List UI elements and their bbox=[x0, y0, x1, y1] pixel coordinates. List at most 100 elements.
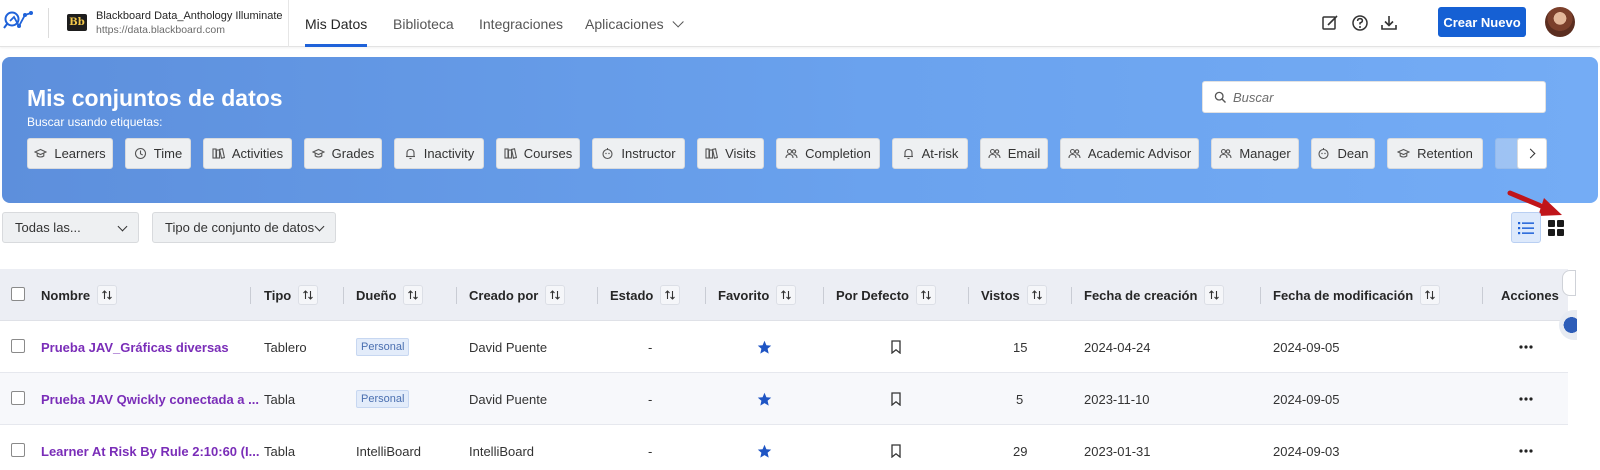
sort-icon[interactable] bbox=[97, 285, 118, 305]
column-header-nombre[interactable]: Nombre bbox=[41, 269, 118, 321]
datasets-table: Nombre Tipo Dueño Creado por Estado Favo… bbox=[0, 269, 1568, 470]
nav-tab-label: Mis Datos bbox=[305, 15, 368, 32]
column-header-fecha-modificacion[interactable]: Fecha de modificación bbox=[1273, 269, 1441, 321]
tag-chip-at-risk[interactable]: At-risk bbox=[892, 138, 968, 169]
tags-subtitle: Buscar usando etiquetas: bbox=[27, 115, 163, 129]
row-checkbox[interactable] bbox=[11, 339, 25, 353]
column-header-fecha-creacion[interactable]: Fecha de creación bbox=[1084, 269, 1225, 321]
default-bookmark-icon[interactable] bbox=[890, 425, 902, 470]
sort-icon[interactable] bbox=[1026, 285, 1047, 305]
dataset-name-link[interactable]: Prueba JAV Qwickly conectada a ... bbox=[41, 373, 259, 425]
cap-icon bbox=[311, 148, 325, 158]
dataset-modified-date: 2024-09-03 bbox=[1273, 443, 1340, 459]
favorite-star-icon[interactable] bbox=[757, 321, 772, 373]
sort-icon[interactable] bbox=[403, 285, 424, 305]
column-header-label: Dueño bbox=[356, 287, 397, 303]
sort-icon[interactable] bbox=[298, 285, 319, 305]
search-box[interactable] bbox=[1202, 81, 1546, 113]
dataset-name-link[interactable]: Learner At Risk By Rule 2:10:60 (I... bbox=[41, 425, 259, 470]
blackboard-logo-icon: Bb bbox=[67, 14, 87, 31]
tag-chip-grades[interactable]: Grades bbox=[304, 138, 382, 169]
edit-icon[interactable] bbox=[1320, 13, 1340, 33]
table-row[interactable]: Learner At Risk By Rule 2:10:60 (I... Ta… bbox=[0, 425, 1568, 470]
tag-chip-activities[interactable]: Activities bbox=[203, 138, 292, 169]
tag-chip-instructor[interactable]: Instructor bbox=[592, 138, 685, 169]
table-row[interactable]: Prueba JAV Qwickly conectada a ... Tabla… bbox=[0, 373, 1568, 425]
search-input[interactable] bbox=[1233, 82, 1533, 112]
nav-tab-label: Biblioteca bbox=[393, 15, 454, 32]
top-navigation-bar: Bb Blackboard Data_Anthology Illuminate … bbox=[0, 0, 1600, 47]
sort-icon[interactable] bbox=[1204, 285, 1225, 305]
select-all-checkbox[interactable] bbox=[11, 287, 25, 301]
sort-icon[interactable] bbox=[545, 285, 566, 305]
sort-icon[interactable] bbox=[1420, 285, 1441, 305]
more-actions-icon[interactable] bbox=[1519, 425, 1533, 470]
column-header-favorito[interactable]: Favorito bbox=[718, 269, 797, 321]
tag-chip-inactivity[interactable]: Inactivity bbox=[394, 138, 484, 169]
side-panel-handle[interactable] bbox=[1562, 270, 1576, 296]
tag-chip-learners[interactable]: Learners bbox=[27, 138, 113, 169]
download-icon[interactable] bbox=[1379, 13, 1399, 33]
column-header-por-defecto[interactable]: Por Defecto bbox=[836, 269, 936, 321]
row-checkbox[interactable] bbox=[11, 443, 25, 457]
dataset-owner: Personal bbox=[356, 373, 410, 425]
column-header-label: Tipo bbox=[264, 287, 292, 303]
default-bookmark-icon[interactable] bbox=[890, 321, 902, 373]
face-icon bbox=[1318, 148, 1330, 160]
sort-icon[interactable] bbox=[915, 285, 936, 305]
tag-chip-label: At-risk bbox=[921, 146, 959, 161]
tag-chip-email[interactable]: Email bbox=[980, 138, 1048, 169]
dataset-type-filter-select[interactable]: Tipo de conjunto de datos bbox=[152, 212, 336, 243]
column-header-label: Acciones bbox=[1501, 287, 1559, 303]
avatar[interactable] bbox=[1545, 7, 1575, 37]
table-row[interactable]: Prueba JAV_Gráficas diversas Tablero Per… bbox=[0, 321, 1568, 373]
nav-tab-biblioteca[interactable]: Biblioteca bbox=[393, 0, 454, 47]
more-actions-icon[interactable] bbox=[1519, 321, 1533, 373]
favorite-star-icon[interactable] bbox=[757, 373, 772, 425]
create-new-button[interactable]: Crear Nuevo bbox=[1438, 7, 1526, 37]
default-bookmark-icon[interactable] bbox=[890, 373, 902, 425]
tags-scroll-next-button[interactable] bbox=[1517, 138, 1547, 169]
row-checkbox[interactable] bbox=[11, 391, 25, 405]
tag-chip-label: Learners bbox=[54, 146, 106, 161]
nav-tab-integraciones[interactable]: Integraciones bbox=[479, 0, 563, 47]
tag-chip-dean[interactable]: Dean bbox=[1311, 138, 1375, 169]
tag-chip-time[interactable]: Time bbox=[125, 138, 191, 169]
tag-chip-manager[interactable]: Manager bbox=[1211, 138, 1299, 169]
dataset-created-by: IntelliBoard bbox=[469, 443, 535, 459]
illuminate-logo-icon[interactable] bbox=[3, 7, 35, 37]
column-header-tipo[interactable]: Tipo bbox=[264, 269, 319, 321]
tag-chip-label: Academic Advisor bbox=[1087, 146, 1192, 161]
column-header-estado[interactable]: Estado bbox=[610, 269, 681, 321]
dataset-name-link[interactable]: Prueba JAV_Gráficas diversas bbox=[41, 321, 229, 373]
grid-view-toggle[interactable] bbox=[1541, 212, 1571, 243]
favorite-star-icon[interactable] bbox=[757, 425, 772, 470]
column-divider bbox=[823, 287, 824, 304]
nav-tab-mis-datos[interactable]: Mis Datos bbox=[305, 0, 368, 47]
chevron-right-icon bbox=[1525, 148, 1536, 159]
dataset-type: Tabla bbox=[264, 391, 296, 407]
column-header-vistos[interactable]: Vistos bbox=[981, 269, 1047, 321]
sort-icon[interactable] bbox=[776, 285, 797, 305]
dataset-modified-date: 2024-09-05 bbox=[1273, 391, 1340, 407]
tag-chip-label: Dean bbox=[1337, 146, 1369, 161]
tag-chip-academic-advisor[interactable]: Academic Advisor bbox=[1060, 138, 1199, 169]
dataset-views: 5 bbox=[1016, 391, 1024, 407]
sort-icon[interactable] bbox=[660, 285, 681, 305]
tag-chip-visits[interactable]: Visits bbox=[697, 138, 764, 169]
dataset-status: - bbox=[648, 443, 653, 459]
chevron-down-icon bbox=[314, 221, 325, 232]
dataset-type: Tablero bbox=[264, 339, 307, 355]
bell-icon bbox=[405, 148, 415, 160]
tag-chip-courses[interactable]: Courses bbox=[496, 138, 580, 169]
more-actions-icon[interactable] bbox=[1519, 373, 1533, 425]
nav-tab-aplicaciones[interactable]: Aplicaciones bbox=[585, 0, 684, 47]
tag-chip-retention[interactable]: Retention bbox=[1387, 138, 1483, 169]
tag-chip-completion[interactable]: Completion bbox=[776, 138, 880, 169]
help-icon[interactable] bbox=[1350, 13, 1370, 33]
column-header-dueno[interactable]: Dueño bbox=[356, 269, 424, 321]
column-header-creado-por[interactable]: Creado por bbox=[469, 269, 566, 321]
list-view-toggle[interactable] bbox=[1511, 212, 1541, 243]
owner-filter-select[interactable]: Todas las... bbox=[2, 212, 139, 243]
tag-chip-label: Completion bbox=[805, 146, 871, 161]
